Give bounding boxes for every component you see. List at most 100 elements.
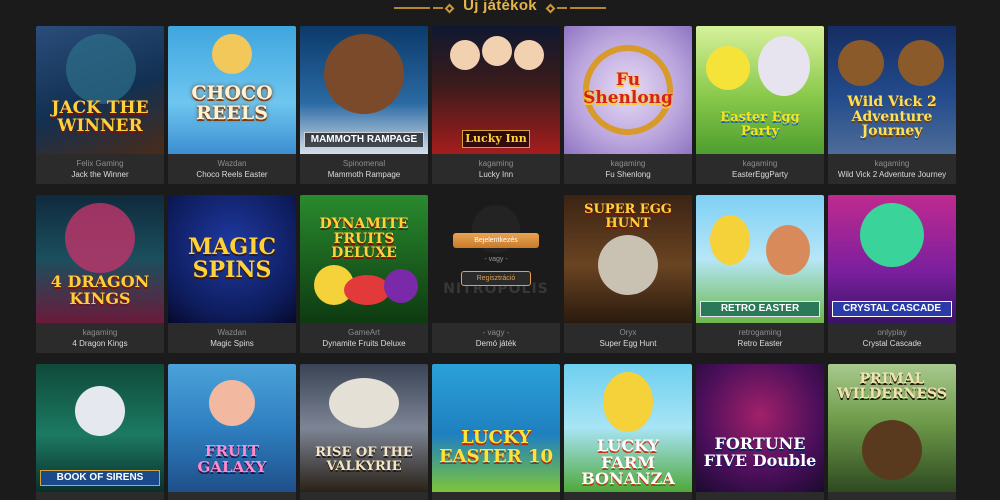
game-thumbnail[interactable]: Lucky Inn (432, 26, 560, 154)
game-provider: retrogaming (738, 328, 782, 337)
game-name[interactable]: Wild Vick 2 Adventure Journey (838, 170, 946, 179)
game-name[interactable]: Choco Reels Easter (196, 170, 267, 179)
game-provider: kagaming (610, 159, 646, 168)
game-thumbnail[interactable]: JACK THE WINNER (36, 26, 164, 154)
game-name[interactable]: Retro Easter (738, 339, 783, 348)
game-meta: kagaming 4 Dragon Kings (36, 323, 164, 353)
game-meta (300, 492, 428, 500)
game-provider: Wazdan (217, 328, 247, 337)
game-name[interactable]: Magic Spins (210, 339, 254, 348)
game-thumbnail[interactable]: SUPER EGG HUNT (564, 195, 692, 323)
game-art-title: JACK THE WINNER (51, 97, 149, 136)
game-meta (696, 492, 824, 500)
auth-overlay: Bejelentkezés - vagy - Regisztráció (432, 195, 560, 323)
game-card-crystal-cascade[interactable]: CRYSTAL CASCADE onlyplay Crystal Cascade (828, 195, 956, 353)
game-art-title: PRIMAL WILDERNESS (837, 371, 947, 402)
game-art-title: LUCKY FARM BONANZA (581, 435, 675, 489)
game-card-dynamite-fruits-deluxe[interactable]: DYNAMITE FRUITS DELUXE GameArt Dynamite … (300, 195, 428, 353)
game-name[interactable]: EasterEggParty (732, 170, 788, 179)
game-name[interactable]: Lucky Inn (479, 170, 513, 179)
game-provider: Felix Gaming (76, 159, 124, 168)
game-meta: GameArt Dynamite Fruits Deluxe (300, 323, 428, 353)
section-title: Új játékok (463, 0, 537, 14)
game-art-title: CHOCO REELS (191, 82, 273, 124)
game-art-title: BOOK OF SIRENS (40, 469, 160, 486)
game-meta: kagaming Fu Shenlong (564, 154, 692, 184)
game-provider: kagaming (742, 159, 778, 168)
game-art-title: SUPER EGG HUNT (584, 202, 672, 231)
game-name[interactable]: Jack the Winner (71, 170, 128, 179)
register-button[interactable]: Regisztráció (461, 270, 531, 286)
game-thumbnail: NITROPOLIS Bejelentkezés - vagy - Regisz… (432, 195, 560, 323)
game-thumbnail[interactable]: MAMMOTH RAMPAGE (300, 26, 428, 154)
game-provider: Oryx (619, 328, 637, 337)
ornament-right (545, 3, 606, 13)
game-thumbnail[interactable]: LUCKY FARM BONANZA (564, 364, 692, 492)
game-thumbnail[interactable]: LUCKY EASTER 10 (432, 364, 560, 492)
game-meta: - vagy - Demó játék (432, 323, 560, 353)
game-name[interactable]: Super Egg Hunt (600, 339, 657, 348)
game-thumbnail[interactable]: CRYSTAL CASCADE (828, 195, 956, 323)
game-provider: GameArt (347, 328, 380, 337)
game-thumbnail[interactable]: 4 DRAGON KINGS (36, 195, 164, 323)
game-thumbnail[interactable]: Easter Egg Party (696, 26, 824, 154)
game-card-retro-easter[interactable]: RETRO EASTER retrogaming Retro Easter (696, 195, 824, 353)
ornament-left (394, 3, 455, 13)
game-card-lucky-inn[interactable]: Lucky Inn kagaming Lucky Inn (432, 26, 560, 184)
game-thumbnail[interactable]: MAGIC SPINS (168, 195, 296, 323)
game-name[interactable]: Dynamite Fruits Deluxe (322, 339, 405, 348)
section-header: Új játékok (0, 0, 1000, 16)
game-art-title: MAGIC SPINS (187, 233, 276, 283)
game-name[interactable]: Demó játék (476, 339, 516, 348)
game-card-jack-the-winner[interactable]: JACK THE WINNER Felix Gaming Jack the Wi… (36, 26, 164, 184)
game-card-fruit-galaxy[interactable]: FRUIT GALAXY (168, 364, 296, 500)
game-card-wild-vick-2[interactable]: Wild Vick 2 Adventure Journey kagaming W… (828, 26, 956, 184)
game-name[interactable]: Crystal Cascade (863, 339, 922, 348)
game-card-magic-spins[interactable]: MAGIC SPINS Wazdan Magic Spins (168, 195, 296, 353)
game-art-title: 4 DRAGON KINGS (50, 272, 150, 308)
game-provider: Spinomenal (342, 159, 386, 168)
game-provider: kagaming (478, 159, 514, 168)
game-card-demo[interactable]: NITROPOLIS Bejelentkezés - vagy - Regisz… (432, 195, 560, 353)
game-thumbnail[interactable]: FORTUNE FIVE Double (696, 364, 824, 492)
game-meta: Spinomenal Mammoth Rampage (300, 154, 428, 184)
game-card-easter-egg-party[interactable]: Easter Egg Party kagaming EasterEggParty (696, 26, 824, 184)
game-provider: kagaming (874, 159, 910, 168)
game-provider: kagaming (82, 328, 118, 337)
game-meta: retrogaming Retro Easter (696, 323, 824, 353)
game-art-title: Fu Shenlong (583, 70, 673, 108)
game-thumbnail[interactable]: RISE OF THE VALKYRIE (300, 364, 428, 492)
game-card-fortune-five-double[interactable]: FORTUNE FIVE Double (696, 364, 824, 500)
game-thumbnail[interactable]: CHOCO REELS (168, 26, 296, 154)
game-card-fu-shenlong[interactable]: Fu Shenlong kagaming Fu Shenlong (564, 26, 692, 184)
game-meta (36, 492, 164, 500)
game-card-mammoth-rampage[interactable]: MAMMOTH RAMPAGE Spinomenal Mammoth Rampa… (300, 26, 428, 184)
game-meta: kagaming Wild Vick 2 Adventure Journey (828, 154, 956, 184)
game-card-lucky-easter-10[interactable]: LUCKY EASTER 10 (432, 364, 560, 500)
game-card-book-of-sirens[interactable]: BOOK OF SIRENS (36, 364, 164, 500)
game-name[interactable]: 4 Dragon Kings (72, 339, 127, 348)
game-name[interactable]: Fu Shenlong (605, 170, 650, 179)
game-card-super-egg-hunt[interactable]: SUPER EGG HUNT Oryx Super Egg Hunt (564, 195, 692, 353)
game-thumbnail[interactable]: Wild Vick 2 Adventure Journey (828, 26, 956, 154)
game-card-primal-wilderness[interactable]: PRIMAL WILDERNESS (828, 364, 956, 500)
game-name[interactable]: Mammoth Rampage (328, 170, 400, 179)
game-card-choco-reels-easter[interactable]: CHOCO REELS Wazdan Choco Reels Easter (168, 26, 296, 184)
game-meta: Oryx Super Egg Hunt (564, 323, 692, 353)
game-meta (168, 492, 296, 500)
game-thumbnail[interactable]: DYNAMITE FRUITS DELUXE (300, 195, 428, 323)
game-art-title: RETRO EASTER (700, 300, 820, 317)
game-meta: kagaming Lucky Inn (432, 154, 560, 184)
game-thumbnail[interactable]: FRUIT GALAXY (168, 364, 296, 492)
game-thumbnail[interactable]: RETRO EASTER (696, 195, 824, 323)
game-art-title: Lucky Inn (462, 130, 530, 148)
game-card-4-dragon-kings[interactable]: 4 DRAGON KINGS kagaming 4 Dragon Kings (36, 195, 164, 353)
game-card-lucky-farm-bonanza[interactable]: LUCKY FARM BONANZA (564, 364, 692, 500)
game-art-title: Easter Egg Party (720, 110, 800, 139)
login-button[interactable]: Bejelentkezés (453, 232, 539, 248)
game-card-rise-of-the-valkyrie[interactable]: RISE OF THE VALKYRIE (300, 364, 428, 500)
game-thumbnail[interactable]: BOOK OF SIRENS (36, 364, 164, 492)
game-meta (828, 492, 956, 500)
game-thumbnail[interactable]: Fu Shenlong (564, 26, 692, 154)
game-thumbnail[interactable]: PRIMAL WILDERNESS (828, 364, 956, 492)
